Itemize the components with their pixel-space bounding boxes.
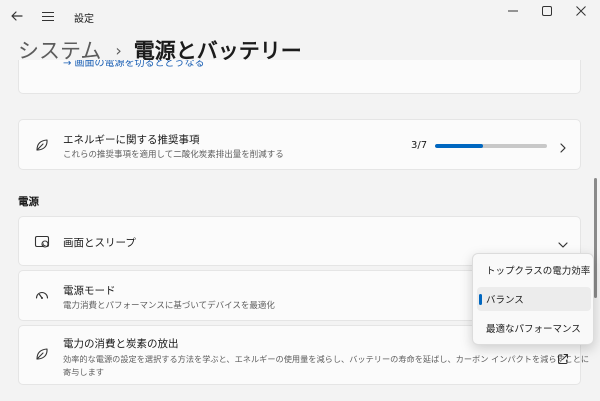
app-title: 設定 [74,14,94,25]
recommendations-progress-text: 3/7 [411,140,428,151]
close-icon[interactable] [564,0,598,22]
power-mode-option-label: トップクラスの電力効率 [486,266,591,277]
selected-indicator [479,294,482,305]
energy-recommendations-card[interactable]: エネルギーに関する推奨事項 これらの推奨事項を適用して二酸化炭素排出量を削減する… [18,119,581,170]
leaf-icon [34,137,50,153]
hamburger-menu-icon[interactable] [38,0,58,32]
screen-sleep-icon [34,234,50,250]
emissions-subtitle-line1: 効率的な電源の設定を選択する方法を学ぶと、エネルギーの使用量を減らし、バッテリー… [63,354,590,364]
screen-off-info-card: → 画面の電源を切るとどうなる [18,60,581,94]
power-mode-title: 電源モード [63,285,116,297]
energy-recommendations-subtitle: これらの推奨事項を適用して二酸化炭素排出量を削減する [63,150,284,160]
title-bar: 設定 [0,0,600,32]
screen-off-info-link[interactable]: → 画面の電源を切るとどうなる [63,60,205,69]
external-link-icon[interactable] [557,350,569,364]
power-mode-option-label: 最適なパフォーマンス [486,324,581,335]
back-arrow-icon[interactable] [6,0,28,32]
power-mode-gauge-icon [34,287,50,303]
breadcrumb-separator: › [115,40,122,60]
recommendations-progress-bar [435,144,547,148]
energy-recommendations-title: エネルギーに関する推奨事項 [63,134,200,146]
recommendations-progress-fill [435,144,484,148]
emissions-title: 電力の消費と炭素の放出 [63,338,179,350]
emissions-subtitle-line2: 寄与します [63,367,104,377]
power-mode-dropdown[interactable]: トップクラスの電力効率 バランス 最適なパフォーマンス [472,253,594,345]
minimize-icon[interactable] [496,0,530,22]
power-mode-option-balanced[interactable]: バランス [477,287,591,311]
maximize-icon[interactable] [530,0,564,22]
chevron-right-icon [557,139,569,153]
scrollbar-thumb[interactable] [594,178,597,298]
leaf-icon [34,346,50,362]
chevron-down-icon [557,236,569,248]
power-section-heading: 電源 [18,196,39,208]
power-mode-option-efficiency[interactable]: トップクラスの電力効率 [477,258,591,282]
power-mode-option-label: バランス [486,295,524,306]
screen-and-sleep-title: 画面とスリープ [63,237,136,249]
power-mode-option-performance[interactable]: 最適なパフォーマンス [477,316,591,340]
power-mode-subtitle: 電力消費とパフォーマンスに基づいてデバイスを最適化 [63,301,275,311]
